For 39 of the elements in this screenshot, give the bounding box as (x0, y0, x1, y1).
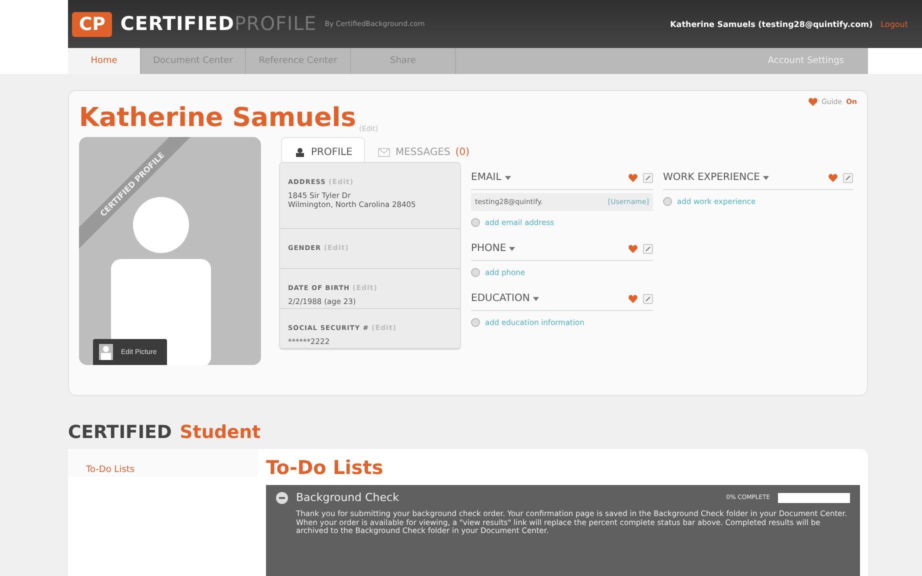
heart-icon[interactable] (628, 294, 638, 304)
heart-icon[interactable] (808, 97, 818, 107)
caret-icon[interactable] (532, 297, 539, 301)
edit-icon[interactable] (843, 172, 853, 182)
heart-icon[interactable] (628, 244, 638, 254)
edit-icon[interactable] (643, 244, 653, 254)
section-title: WORK EXPERIENCE (663, 172, 770, 183)
logo-mark: CP (72, 12, 112, 36)
profile-name: Katherine Samuels (79, 103, 356, 133)
person-icon (99, 344, 113, 360)
profile-tab[interactable]: PROFILE (281, 137, 366, 162)
envelope-icon (378, 148, 390, 157)
logout-link[interactable]: Logout (880, 20, 908, 28)
edit-icon[interactable] (643, 172, 653, 182)
add-icon[interactable] (471, 318, 480, 326)
section-heading: CERTIFIED (68, 422, 172, 443)
section-subheading: Student (180, 422, 261, 443)
caret-icon[interactable] (763, 176, 770, 180)
nav-tab[interactable]: Home (68, 48, 141, 74)
edit-icon[interactable] (643, 294, 653, 304)
profile-tab[interactable]: MESSAGES (0) (365, 137, 483, 162)
caret-icon[interactable] (509, 247, 516, 251)
collapse-icon[interactable] (276, 492, 288, 504)
add-icon[interactable] (471, 218, 480, 226)
caret-icon[interactable] (504, 176, 510, 180)
section-title: PHONE (471, 243, 516, 254)
brand-name: CERTIFIED (120, 13, 234, 35)
user-name: Katherine Samuels (testing28@quintify.com) (670, 20, 873, 28)
sidebar-link[interactable]: To-Do Lists (86, 465, 135, 475)
task-title: Background Check (296, 491, 399, 504)
todo-heading: To-Do Lists (266, 457, 384, 479)
add-icon[interactable] (471, 268, 480, 276)
add-icon[interactable] (663, 196, 672, 206)
heart-icon[interactable] (828, 172, 838, 182)
section-title: EDUCATION (471, 293, 539, 304)
person-icon (294, 148, 306, 157)
section-title: EMAIL (471, 172, 510, 183)
brand-name-suffix: PROFILE (234, 13, 317, 35)
heart-icon[interactable] (628, 172, 638, 182)
